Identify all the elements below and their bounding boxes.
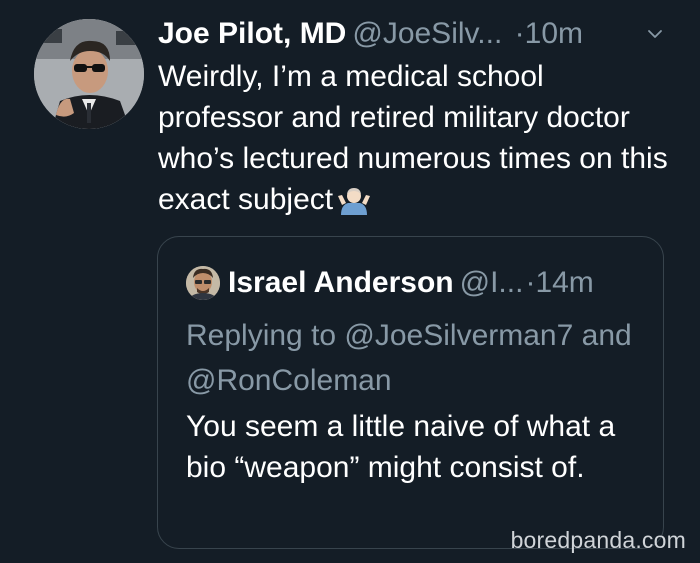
quoted-author-handle[interactable]: @I... bbox=[460, 266, 524, 299]
shrugging-person-emoji-icon bbox=[337, 185, 371, 226]
tweet-header: Joe Pilot, MD @JoeSilv... ·10m bbox=[158, 14, 678, 54]
quoted-author-avatar bbox=[186, 266, 220, 300]
separator-dot: · bbox=[514, 17, 525, 50]
quoted-tweet-header: Israel Anderson @I...·14m bbox=[186, 263, 594, 303]
tweet-text-content: Weirdly, I’m a medical school professor … bbox=[158, 60, 668, 216]
replying-to-line: Replying to @JoeSilverman7 and @RonColem… bbox=[186, 319, 632, 397]
tweet-timestamp[interactable]: 10m bbox=[525, 17, 583, 50]
tweet: Joe Pilot, MD @JoeSilv... ·10m Weirdly, I… bbox=[0, 0, 700, 563]
author-display-name[interactable]: Joe Pilot, MD bbox=[158, 17, 346, 50]
quoted-separator-dot: · bbox=[525, 266, 536, 299]
watermark: boredpanda.com bbox=[510, 527, 686, 553]
quoted-tweet-text: You seem a little naive of what a bio “w… bbox=[186, 410, 616, 484]
chevron-down-icon[interactable] bbox=[647, 26, 663, 42]
tweet-text: Weirdly, I’m a medical school professor … bbox=[158, 56, 668, 226]
quoted-author-display-name[interactable]: Israel Anderson bbox=[228, 266, 454, 299]
quoted-tweet[interactable]: Israel Anderson @I...·14m Replying to @Jo… bbox=[157, 236, 664, 549]
author-avatar[interactable] bbox=[34, 19, 144, 129]
quoted-tweet-timestamp[interactable]: 14m bbox=[535, 266, 593, 299]
author-handle[interactable]: @JoeSilv... bbox=[352, 17, 502, 50]
